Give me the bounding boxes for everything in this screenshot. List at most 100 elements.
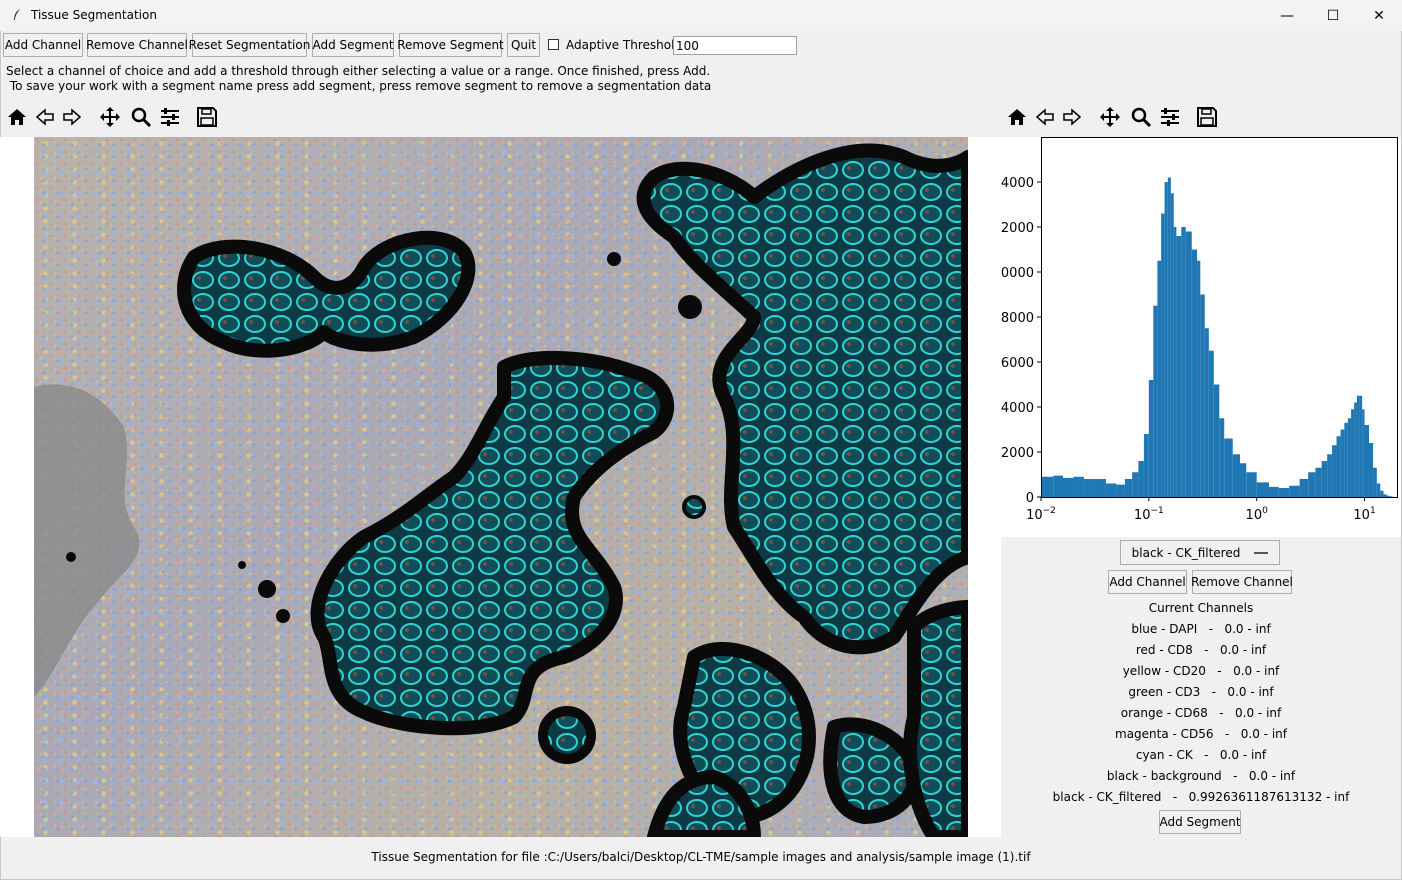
histogram-bar (1181, 227, 1186, 497)
histogram-bar (1132, 472, 1139, 497)
quit-button[interactable]: Quit (507, 33, 540, 57)
channel-entry: orange - CD68 - 0.0 - inf (1120, 706, 1282, 720)
y-tick-label: 4000 (1001, 401, 1034, 416)
forward-arrow-icon[interactable] (1060, 106, 1084, 128)
instruction-line-1: Select a channel of choice and add a thr… (6, 64, 711, 78)
histogram-bar (1143, 434, 1149, 497)
configure-icon[interactable] (1158, 106, 1182, 128)
histogram-bar (1173, 227, 1177, 497)
x-tick-label: 100 (1246, 506, 1269, 523)
histogram-bar (1389, 496, 1393, 497)
histogram-bar (1105, 483, 1117, 497)
histogram-bar (1308, 472, 1316, 497)
histogram-bar (1073, 476, 1084, 497)
histogram-bar (1359, 395, 1363, 497)
y-tick-label: 2000 (1001, 221, 1034, 236)
close-icon: ✕ (1373, 7, 1385, 24)
zoom-icon[interactable] (1129, 106, 1153, 128)
channel-entry: yellow - CD20 - 0.0 - inf (1122, 664, 1280, 678)
back-arrow-icon[interactable] (1033, 106, 1057, 128)
histogram-canvas[interactable]: 4000 2000 0000 8000 6000 4000 2000 0 10−2 10−1 10… (1001, 137, 1401, 537)
histogram-bar (1373, 467, 1377, 497)
histogram-bar (1362, 409, 1365, 497)
histogram-bar (1321, 461, 1328, 497)
pan-icon[interactable] (98, 106, 122, 128)
histogram-bar (1383, 494, 1387, 497)
y-tick-label: 0 (1026, 491, 1034, 506)
feather-icon (14, 9, 20, 20)
right-add-channel-button[interactable]: Add Channel (1108, 570, 1187, 594)
threshold-input[interactable] (673, 36, 797, 55)
histogram-bar (1208, 350, 1214, 497)
remove-segment-button[interactable]: Remove Segment (397, 33, 504, 57)
forward-arrow-icon[interactable] (60, 106, 84, 128)
histogram-bar (1116, 484, 1125, 498)
channel-entry: magenta - CD56 - 0.0 - inf (1115, 727, 1287, 741)
histogram-bar (1354, 402, 1357, 497)
configure-icon[interactable] (158, 106, 182, 128)
current-channels-title: Current Channels (1148, 601, 1254, 615)
y-tick-label: 2000 (1001, 446, 1034, 461)
save-icon[interactable] (195, 106, 219, 128)
microscopy-image[interactable] (34, 137, 968, 837)
histogram-bar (1327, 454, 1333, 497)
x-tick-label: 101 (1353, 506, 1375, 523)
histogram-bar (1170, 193, 1174, 497)
histogram-bar (1344, 422, 1348, 497)
back-arrow-icon[interactable] (33, 106, 57, 128)
histogram-bar (1191, 249, 1198, 497)
maximize-button[interactable]: ☐ (1310, 0, 1356, 31)
histogram-plot: 4000 2000 0000 8000 6000 4000 2000 0 10−2 10−1 10… (1001, 137, 1398, 523)
home-icon[interactable] (1005, 106, 1029, 128)
histogram-bar (1176, 236, 1182, 497)
y-tick-label: 8000 (1001, 311, 1034, 326)
x-tick-label: 10−2 (1026, 506, 1056, 523)
reset-segmentation-button[interactable]: Reset Segmentation (189, 33, 310, 57)
histogram-bar (1138, 461, 1144, 497)
channel-entry: green - CD3 - 0.0 - inf (1128, 685, 1274, 699)
right-add-segment-button[interactable]: Add Segment (1159, 810, 1241, 834)
remove-channel-button[interactable]: Remove Channel (86, 33, 188, 57)
histogram-bar (1347, 418, 1352, 497)
histogram-bar (1268, 486, 1279, 498)
file-status-label: Tissue Segmentation for file :C:/Users/b… (371, 850, 1031, 864)
histogram-bar (1351, 409, 1355, 497)
add-segment-button[interactable]: Add Segment (312, 33, 394, 57)
histogram-bar (1299, 479, 1309, 497)
channel-entry: black - background - 0.0 - inf (1106, 769, 1296, 783)
home-icon[interactable] (5, 106, 29, 128)
histogram-bar (1185, 231, 1192, 497)
histogram-bar (1246, 472, 1257, 497)
right-remove-channel-button[interactable]: Remove Channel (1191, 570, 1293, 594)
histogram-bar (1332, 445, 1337, 497)
histogram-bar (1083, 479, 1093, 497)
histogram-bar (1289, 485, 1300, 497)
instruction-line-2: To save your work with a segment name pr… (6, 79, 712, 93)
histogram-bar (1256, 482, 1269, 498)
title-bar: Tissue Segmentation — ☐ ✕ (0, 0, 1402, 31)
histogram-bar (1219, 418, 1225, 497)
histogram-bar (1053, 475, 1064, 498)
window-title: Tissue Segmentation (31, 8, 157, 22)
add-channel-button[interactable]: Add Channel (3, 33, 83, 57)
histogram-bar (1041, 476, 1054, 497)
channel-entry: cyan - CK - 0.0 - inf (1135, 748, 1267, 762)
adaptive-threshold-checkbox[interactable] (548, 39, 559, 50)
segmentation-overlay (34, 137, 968, 837)
histogram-bar (1278, 488, 1290, 497)
histogram-bar (1148, 380, 1154, 497)
histogram-bar (1340, 429, 1345, 497)
close-button[interactable]: ✕ (1356, 0, 1402, 31)
channel-dropdown[interactable]: black - CK_filtered (1120, 540, 1280, 565)
y-tick-label: 6000 (1001, 356, 1034, 371)
histogram-bar (1153, 305, 1158, 497)
histogram-bar (1376, 483, 1381, 497)
histogram-bar (1204, 328, 1209, 497)
save-icon[interactable] (1195, 106, 1219, 128)
minimize-button[interactable]: — (1264, 0, 1310, 31)
pan-icon[interactable] (1098, 106, 1122, 128)
histogram-bar (1164, 182, 1168, 497)
zoom-icon[interactable] (129, 106, 153, 128)
histogram-bar (1380, 490, 1384, 497)
histogram-bar (1239, 463, 1247, 497)
